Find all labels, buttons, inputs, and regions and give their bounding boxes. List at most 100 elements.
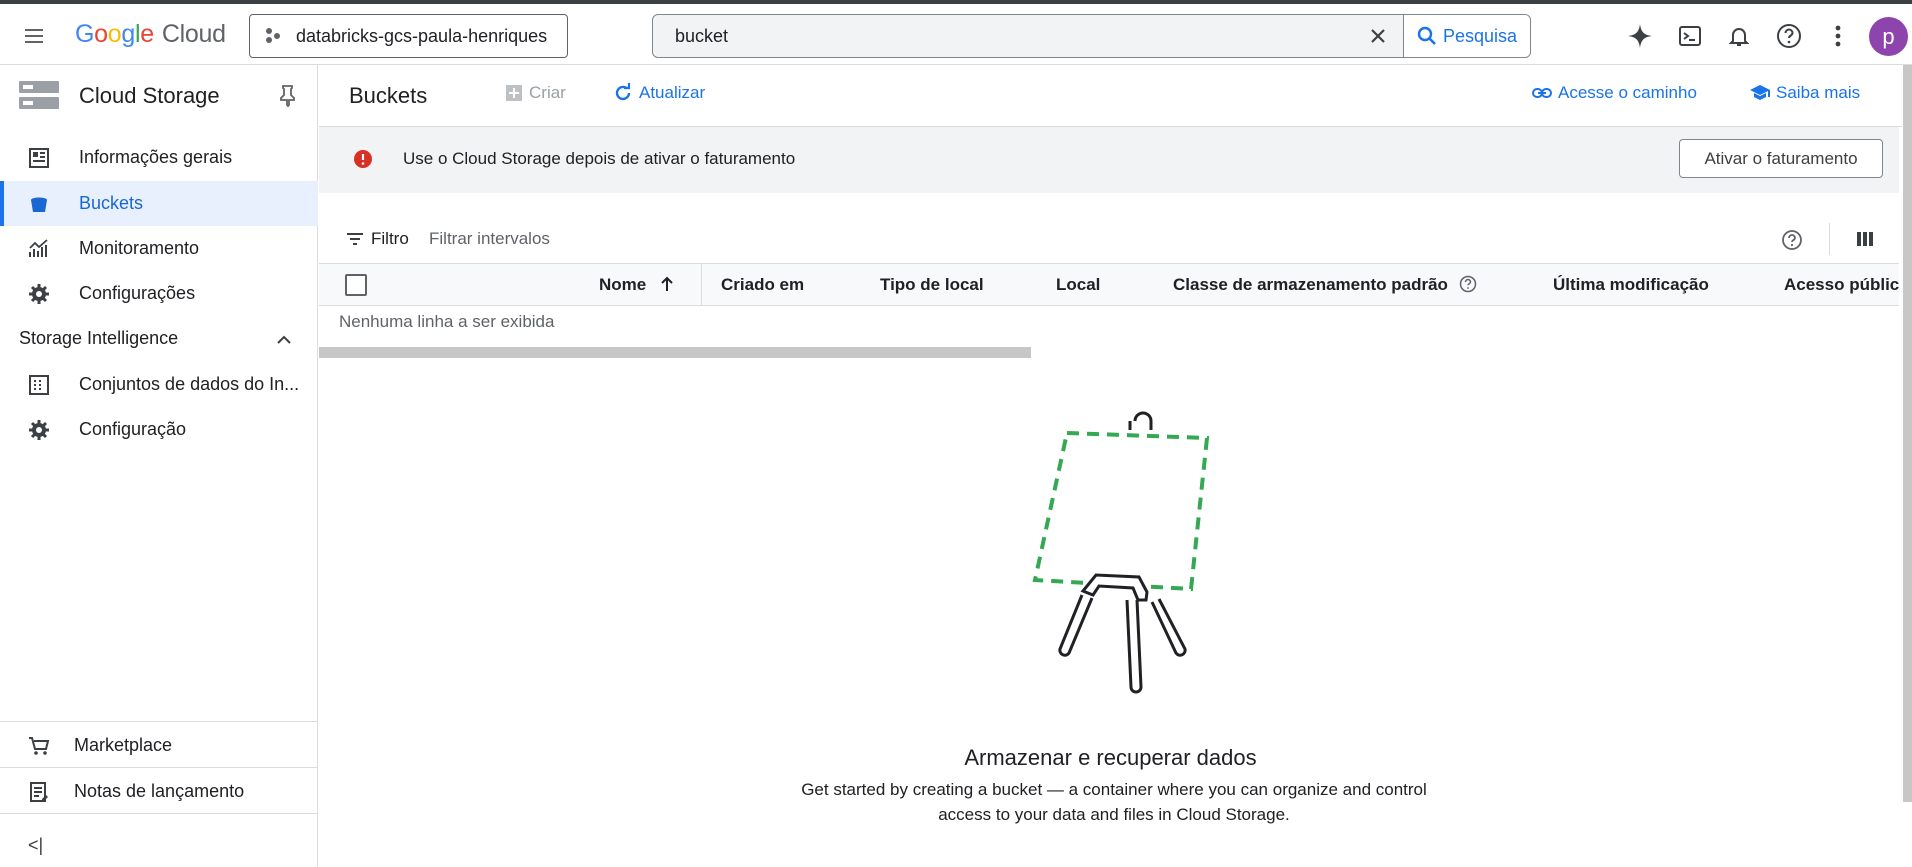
- sidebar-item-label: Notas de lançamento: [74, 781, 245, 801]
- logo-letter: o: [94, 20, 108, 48]
- create-button-label: Criar: [529, 83, 566, 102]
- help-icon: [1777, 24, 1801, 48]
- more-vert-icon: [1835, 25, 1841, 47]
- cloud-shell-button[interactable]: [1672, 18, 1708, 54]
- search-input[interactable]: [653, 15, 1353, 57]
- search-bar: Pesquisa: [652, 14, 1531, 58]
- more-options-button[interactable]: [1820, 18, 1856, 54]
- search-button[interactable]: Pesquisa: [1403, 15, 1530, 57]
- top-bar: Google Cloud databricks-gcs-paula-henriq…: [0, 4, 1912, 65]
- enable-billing-button[interactable]: Ativar o faturamento: [1679, 139, 1883, 178]
- sidebar-header: Cloud Storage: [0, 65, 318, 125]
- page-title: Buckets: [349, 83, 428, 108]
- banner-text: Use o Cloud Storage depois de ativar o f…: [403, 149, 796, 168]
- account-avatar[interactable]: p: [1869, 17, 1908, 56]
- sidebar-item-label: Conjuntos de dados do In...: [79, 374, 300, 394]
- terminal-icon: [1679, 26, 1701, 46]
- column-display-icon[interactable]: [1855, 229, 1875, 249]
- help-icon[interactable]: [1781, 229, 1803, 251]
- column-divider[interactable]: [701, 264, 702, 305]
- gear-icon: [29, 420, 49, 440]
- column-header-storage-class[interactable]: Classe de armazenamento padrão: [1173, 275, 1477, 295]
- access-path-button[interactable]: Acesse o caminho: [1532, 83, 1697, 103]
- horizontal-scrollbar[interactable]: [319, 347, 1031, 358]
- divider: [0, 767, 318, 768]
- collapse-sidebar-button[interactable]: <|: [28, 835, 50, 857]
- column-header-created[interactable]: Criado em: [721, 275, 804, 295]
- school-icon: [1750, 85, 1770, 100]
- empty-state-title: Armazenar e recuperar dados: [964, 745, 1257, 770]
- column-header-public-access[interactable]: Acesso público: [1784, 275, 1899, 295]
- google-cloud-logo[interactable]: Google Cloud: [75, 20, 226, 49]
- billing-banner: Use o Cloud Storage depois de ativar o f…: [319, 127, 1899, 193]
- pin-icon[interactable]: [276, 83, 300, 107]
- column-header-name[interactable]: Nome: [599, 275, 675, 295]
- bucket-icon: [31, 197, 47, 212]
- project-picker[interactable]: databricks-gcs-paula-henriques: [249, 14, 568, 58]
- project-name: databricks-gcs-paula-henriques: [296, 25, 548, 46]
- sidebar-item-label: Informações gerais: [79, 147, 233, 167]
- bell-icon: [1728, 28, 1750, 46]
- table-header: Nome Criado em Tipo de local Local Class…: [319, 263, 1899, 306]
- dashboard-icon: [29, 148, 49, 168]
- dataset-icon: [29, 375, 49, 395]
- refresh-button-label: Atualizar: [639, 83, 706, 102]
- close-icon: [1371, 29, 1385, 43]
- cloud-storage-icon: [19, 81, 59, 109]
- filter-icon: [347, 233, 363, 245]
- sidebar-item-release-notes[interactable]: Notas de lançamento: [0, 770, 318, 815]
- sidebar-item-datasets[interactable]: Conjuntos de dados do In...: [0, 362, 318, 407]
- main-content: Buckets Criar Atualizar Acesse o caminho…: [319, 65, 1902, 867]
- refresh-icon: [615, 83, 631, 101]
- sidebar-item-label: Configuração: [79, 419, 187, 439]
- logo-letter: g: [121, 20, 135, 48]
- logo-cloud-text: Cloud: [161, 20, 226, 48]
- create-button[interactable]: Criar: [505, 83, 566, 103]
- refresh-button[interactable]: Atualizar: [613, 83, 705, 103]
- link-icon: [1532, 88, 1552, 98]
- logo-letter: G: [75, 20, 95, 48]
- select-all-checkbox[interactable]: [345, 274, 367, 296]
- sidebar-item-settings[interactable]: Configurações: [0, 271, 318, 316]
- section-title-storage-intelligence[interactable]: Storage Intelligence: [19, 328, 178, 349]
- project-icon: [266, 28, 280, 43]
- sidebar-item-configuration[interactable]: Configuração: [0, 407, 318, 452]
- sidebar-item-label: Buckets: [79, 193, 144, 213]
- column-header-location[interactable]: Local: [1056, 275, 1100, 295]
- help-button[interactable]: [1771, 18, 1807, 54]
- column-header-location-type[interactable]: Tipo de local: [880, 275, 984, 295]
- vertical-scrollbar[interactable]: [1903, 65, 1912, 802]
- add-box-icon: [506, 85, 522, 101]
- gear-icon: [29, 284, 49, 304]
- sidebar-item-label: Monitoramento: [79, 238, 200, 258]
- chart-icon: [29, 239, 48, 257]
- learn-more-button[interactable]: Saiba mais: [1750, 83, 1860, 103]
- column-header-last-modified[interactable]: Última modificação: [1553, 275, 1709, 295]
- clear-search-button[interactable]: [1353, 15, 1403, 57]
- cart-icon: [29, 737, 50, 755]
- arrow-up-icon: [661, 276, 673, 291]
- search-icon: [1417, 26, 1436, 45]
- chevron-up-icon[interactable]: [272, 328, 296, 352]
- help-icon[interactable]: [1459, 275, 1477, 293]
- gemini-button[interactable]: [1622, 18, 1658, 54]
- sidebar-item-monitoring[interactable]: Monitoramento: [0, 226, 318, 271]
- sidebar-item-overview[interactable]: Informações gerais: [0, 135, 318, 180]
- search-button-label: Pesquisa: [1442, 25, 1518, 46]
- filter-bar: Filtro: [319, 215, 1899, 265]
- logo-letter: o: [107, 20, 122, 48]
- filter-label: Filtro: [371, 229, 409, 248]
- empty-table-message: Nenhuma linha a ser exibida: [339, 312, 555, 331]
- main-menu-button[interactable]: [14, 16, 54, 56]
- logo-letter: e: [140, 20, 154, 48]
- sidebar-item-buckets[interactable]: Buckets: [0, 181, 318, 226]
- sidebar: Cloud Storage Informações gerais Buckets…: [0, 65, 318, 867]
- empty-state-description: Get started by creating a bucket — a con…: [801, 780, 1427, 824]
- error-icon: [354, 150, 372, 168]
- sidebar-item-marketplace[interactable]: Marketplace: [0, 724, 318, 769]
- notifications-button[interactable]: [1721, 18, 1757, 54]
- page-header: Buckets Criar Atualizar Acesse o caminho…: [319, 65, 1902, 127]
- filter-input[interactable]: [429, 221, 1029, 257]
- sidebar-item-label: Marketplace: [74, 735, 173, 755]
- sparkle-icon: [1628, 24, 1652, 48]
